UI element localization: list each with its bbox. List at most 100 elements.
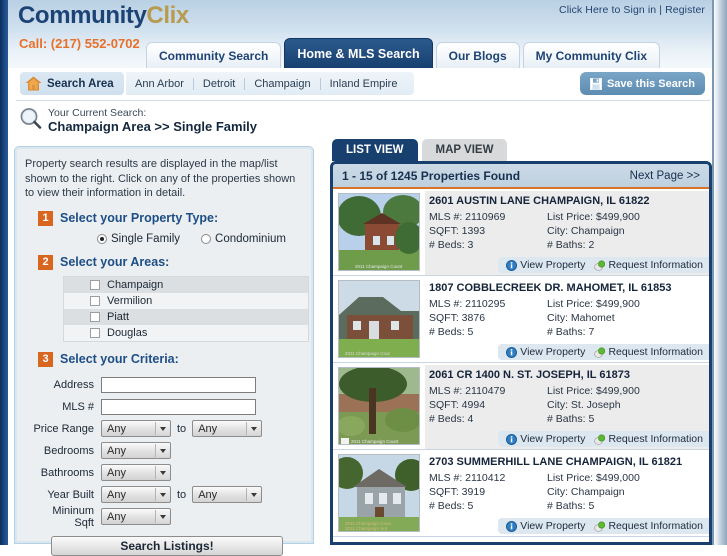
- chevron-down-icon[interactable]: [246, 488, 261, 501]
- area-link-detroit[interactable]: Detroit: [192, 77, 244, 90]
- property-photo: 2011 Champaign Coun 2011 Champaign Sot: [339, 455, 419, 531]
- criteria-row-address: Address: [31, 375, 303, 395]
- criteria-row-bedrooms: Bedrooms Any: [31, 441, 303, 461]
- request-information-label: Request Information: [608, 520, 703, 532]
- property-photo: 2011 Champaign Cour: [339, 281, 419, 357]
- tab-home-mls-search[interactable]: Home & MLS Search: [284, 38, 433, 68]
- listing-address[interactable]: 2601 AUSTIN LANE CHAMPAIGN, IL 61822: [425, 191, 709, 210]
- chevron-down-icon[interactable]: [155, 488, 169, 501]
- current-search-value: Champaign Area >> Single Family: [48, 119, 258, 134]
- chevron-down-icon[interactable]: [155, 510, 169, 523]
- checkbox-vermilion[interactable]: [90, 295, 100, 306]
- listing-beds: # Beds: 4: [429, 413, 474, 425]
- listing-thumbnail[interactable]: 2011 Champaign Count: [338, 367, 420, 445]
- listing-row[interactable]: 2011 Champaign Coun 2011 Champaign Sot 2…: [333, 450, 709, 537]
- view-property-action[interactable]: View Property: [506, 259, 585, 271]
- area-checkbox-row[interactable]: Champaign: [64, 276, 308, 293]
- mls-input[interactable]: [101, 398, 256, 415]
- listing-beds: # Beds: 3: [429, 239, 474, 251]
- year-from-select[interactable]: Any: [101, 486, 171, 503]
- year-built-label: Year Built: [47, 488, 94, 501]
- chevron-down-icon[interactable]: [246, 422, 261, 435]
- listing-sqft: SQFT: 3919: [429, 486, 486, 498]
- request-information-action[interactable]: Request Information: [594, 433, 703, 445]
- listing-price: List Price: $499,900: [547, 211, 640, 223]
- area-label: Douglas: [107, 326, 148, 339]
- listing-city: City: Champaign: [547, 486, 625, 498]
- listing-address[interactable]: 2061 CR 1400 N. ST. JOSEPH, IL 61873: [425, 365, 709, 384]
- listing-price: List Price: $499,900: [547, 298, 640, 310]
- page-scrollbar[interactable]: [713, 0, 727, 545]
- listing-beds: # Beds: 5: [429, 500, 474, 512]
- area-checkbox-row[interactable]: Piatt: [64, 308, 308, 325]
- bathrooms-select[interactable]: Any: [101, 464, 171, 481]
- save-floppy-icon: [589, 77, 602, 90]
- tab-my-community-clix[interactable]: My Community Clix: [522, 42, 660, 68]
- save-this-search-button[interactable]: Save this Search: [579, 72, 705, 95]
- listing-thumbnail[interactable]: 2011 Champaign Count: [338, 193, 420, 271]
- tab-community-search[interactable]: Community Search: [146, 42, 282, 68]
- view-property-action[interactable]: View Property: [506, 433, 585, 445]
- price-to-select[interactable]: Any: [192, 420, 263, 437]
- listing-thumbnail[interactable]: 2011 Champaign Cour: [338, 280, 420, 358]
- checkbox-douglas[interactable]: [90, 327, 100, 338]
- next-page-link[interactable]: Next Page >>: [630, 170, 700, 182]
- area-checkbox-row[interactable]: Douglas: [64, 324, 308, 341]
- property-type-radios: Single Family Condominium: [25, 233, 303, 245]
- listing-baths: # Baths: 5: [547, 413, 595, 425]
- phone-number: Call: (217) 552-0702: [19, 36, 140, 51]
- listing-sqft: SQFT: 1393: [429, 225, 486, 237]
- listing-row[interactable]: 2011 Champaign Count 2061 CR 1400 N. ST.…: [333, 363, 709, 450]
- request-information-action[interactable]: Request Information: [594, 259, 703, 271]
- results-header: 1 - 15 of 1245 Properties Found Next Pag…: [333, 164, 709, 189]
- chevron-down-icon[interactable]: [155, 422, 169, 435]
- radio-single-family[interactable]: Single Family: [97, 233, 180, 245]
- search-filters-panel: Property search results are displayed in…: [14, 146, 314, 556]
- view-property-action[interactable]: View Property: [506, 520, 585, 532]
- listing-address[interactable]: 2703 SUMMERHILL LANE CHAMPAIGN, IL 61821: [425, 452, 709, 471]
- request-info-icon: [594, 521, 606, 532]
- price-to-word: to: [177, 422, 187, 435]
- listing-address[interactable]: 1807 COBBLECREEK DR. MAHOMET, IL 61853: [425, 278, 709, 297]
- radio-condominium-dot[interactable]: [201, 233, 212, 244]
- checkbox-piatt[interactable]: [90, 311, 100, 322]
- tab-our-blogs[interactable]: Our Blogs: [435, 42, 520, 68]
- step-2-title: Select your Areas:: [60, 255, 170, 269]
- tab-map-view[interactable]: MAP VIEW: [421, 139, 508, 161]
- request-information-action[interactable]: Request Information: [594, 346, 703, 358]
- chevron-down-icon[interactable]: [155, 466, 169, 479]
- year-to-select[interactable]: Any: [192, 486, 263, 503]
- tab-list-view[interactable]: LIST VIEW: [332, 139, 418, 161]
- min-sqft-select[interactable]: Any: [101, 508, 171, 525]
- area-link-ann-arbor[interactable]: Ann Arbor: [126, 78, 193, 90]
- listing-thumbnail[interactable]: 2011 Champaign Coun 2011 Champaign Sot: [338, 454, 420, 532]
- checkbox-champaign[interactable]: [90, 279, 100, 290]
- address-input[interactable]: [101, 376, 256, 393]
- area-checkbox-row[interactable]: Vermilion: [64, 292, 308, 309]
- request-information-action[interactable]: Request Information: [594, 520, 703, 532]
- current-search: Your Current Search: Champaign Area >> S…: [18, 106, 257, 135]
- criteria-row-year-built: Year Built Any to Any: [31, 485, 303, 505]
- results-panel: 1 - 15 of 1245 Properties Found Next Pag…: [330, 161, 712, 545]
- criteria-row-price: Price Range Any to Any: [31, 419, 303, 439]
- area-link-champaign[interactable]: Champaign: [244, 77, 319, 90]
- view-property-action[interactable]: View Property: [506, 346, 585, 358]
- radio-condominium[interactable]: Condominium: [201, 233, 286, 245]
- sign-in-register-link[interactable]: Click Here to Sign in | Register: [559, 4, 705, 16]
- chevron-down-icon[interactable]: [155, 444, 169, 457]
- step-2-number: 2: [38, 254, 53, 270]
- listing-row[interactable]: 2011 Champaign Count 2601 AUSTIN LANE CH…: [333, 189, 709, 276]
- view-tabs: LIST VIEW MAP VIEW: [332, 139, 508, 161]
- price-from-select[interactable]: Any: [101, 420, 171, 437]
- listing-row[interactable]: 2011 Champaign Cour 1807 COBBLECREEK DR.…: [333, 276, 709, 363]
- bathrooms-label: Bathrooms: [40, 466, 94, 479]
- radio-single-family-dot[interactable]: [97, 233, 107, 244]
- area-link-inland-empire[interactable]: Inland Empire: [319, 77, 407, 90]
- info-icon: [506, 346, 518, 358]
- step-1-number: 1: [38, 210, 53, 226]
- bathrooms-value: Any: [107, 466, 126, 479]
- search-listings-button[interactable]: Search Listings!: [51, 535, 283, 556]
- site-logo[interactable]: CommunityClix: [18, 2, 189, 30]
- bedrooms-select[interactable]: Any: [101, 442, 171, 459]
- property-photo: 2011 Champaign Count: [339, 194, 419, 270]
